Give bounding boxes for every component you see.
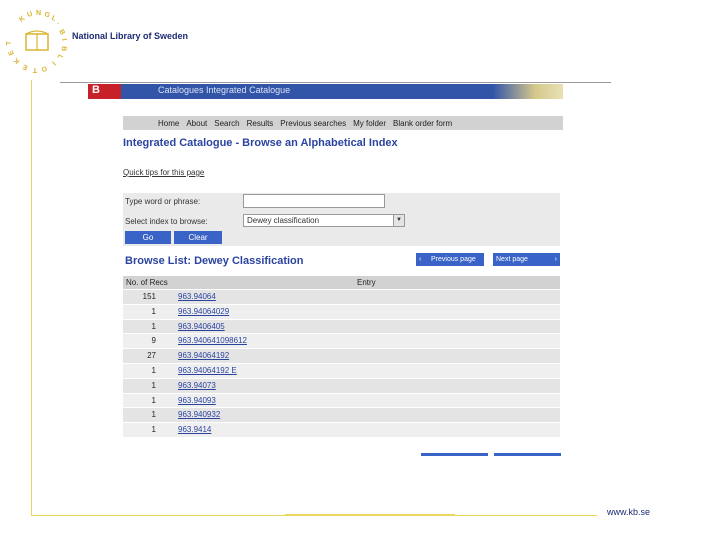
svg-text:T: T xyxy=(32,66,37,73)
svg-text:O: O xyxy=(40,64,48,73)
nav-my-folder[interactable]: My folder xyxy=(352,119,387,128)
recs-count: 1 xyxy=(151,365,156,375)
entry-link[interactable]: 963.94064029 xyxy=(178,307,229,316)
chevron-right-icon: › xyxy=(554,256,557,263)
slide-top-rule xyxy=(60,82,611,83)
svg-text:U: U xyxy=(26,11,33,19)
svg-text:E: E xyxy=(7,49,15,56)
entry-link[interactable]: 963.940641098612 xyxy=(178,336,247,345)
entry-link[interactable]: 963.9406405 xyxy=(178,322,225,331)
nav-blank-order-form[interactable]: Blank order form xyxy=(392,119,453,128)
table-body: 151 963.94064 1 963.94064029 1 963.9406405 … xyxy=(123,289,560,437)
svg-text:K: K xyxy=(13,56,22,65)
svg-text:K: K xyxy=(18,15,26,24)
footer-url: www.kb.se xyxy=(607,507,651,517)
recs-count: 1 xyxy=(151,410,156,420)
index-label: Select index to browse: xyxy=(125,217,208,226)
org-name: National Library of Sweden xyxy=(72,31,189,41)
results-table: No. of Recs Entry 151 963.94064 1 963.9406… xyxy=(123,276,560,437)
entry-link[interactable]: 963.94093 xyxy=(178,396,216,405)
page-title: Integrated Catalogue - Browse an Alphabe… xyxy=(123,137,398,149)
entry-link[interactable]: 963.94064192 E xyxy=(178,366,237,375)
svg-text:E: E xyxy=(22,62,29,70)
next-page-label: Next page xyxy=(496,256,528,263)
previous-page-button[interactable]: ‹ Previous page xyxy=(416,253,484,266)
index-select-value: Dewey classification xyxy=(247,216,320,225)
recs-count: 1 xyxy=(151,425,156,435)
entry-link[interactable]: 963.94064 xyxy=(178,292,216,301)
recs-count: 9 xyxy=(151,336,156,346)
table-row: 1 963.94064192 E xyxy=(123,362,560,378)
table-row: 1 963.940932 xyxy=(123,407,560,423)
table-row: 1 963.9406405 xyxy=(123,318,560,334)
entry-link[interactable]: 963.940932 xyxy=(178,410,220,419)
table-row: 9 963.940641098612 xyxy=(123,333,560,349)
browse-list-title: Browse List: Dewey Classification xyxy=(125,255,304,267)
header-entry: Entry xyxy=(357,278,376,287)
nav-search[interactable]: Search xyxy=(213,119,240,128)
quick-tips-link[interactable]: Quick tips for this page xyxy=(123,168,204,177)
table-row: 151 963.94064 xyxy=(123,289,560,304)
phrase-label: Type word or phrase: xyxy=(125,197,201,206)
nav-results[interactable]: Results xyxy=(246,119,275,128)
table-row: 1 963.94073 xyxy=(123,377,560,393)
bottom-previous-page-bar[interactable] xyxy=(421,453,488,456)
svg-text:B: B xyxy=(57,29,66,37)
svg-text:.: . xyxy=(57,19,59,26)
bottom-next-page-bar[interactable] xyxy=(494,453,561,456)
go-button[interactable]: Go xyxy=(125,231,171,244)
recs-count: 1 xyxy=(151,380,156,390)
recs-count: 1 xyxy=(151,321,156,331)
banner-decoration xyxy=(493,84,563,99)
nav-about[interactable]: About xyxy=(185,119,208,128)
nav-previous-searches[interactable]: Previous searches xyxy=(279,119,347,128)
table-row: 1 963.9414 xyxy=(123,422,560,437)
banner-letter: B xyxy=(92,84,100,96)
chevron-down-icon[interactable]: ▼ xyxy=(393,215,404,226)
header-no-of-recs: No. of Recs xyxy=(126,278,168,287)
slide-frame-bottom xyxy=(31,515,597,516)
index-row: Select index to browse: Dewey classifica… xyxy=(123,213,560,231)
table-row: 27 963.94064192 xyxy=(123,348,560,363)
entry-link[interactable]: 963.94064192 xyxy=(178,351,229,360)
next-page-button[interactable]: Next page › xyxy=(493,253,560,266)
table-row: 1 963.94064029 xyxy=(123,303,560,319)
svg-text:I: I xyxy=(50,60,56,66)
entry-link[interactable]: 963.9414 xyxy=(178,425,211,434)
recs-count: 27 xyxy=(147,351,156,361)
previous-page-label: Previous page xyxy=(431,256,476,263)
table-header: No. of Recs Entry xyxy=(123,276,560,289)
table-row: 1 963.94093 xyxy=(123,392,560,408)
recs-count: 1 xyxy=(151,306,156,316)
svg-text:L: L xyxy=(55,53,63,60)
browse-form: Type word or phrase: Select index to bro… xyxy=(123,193,560,246)
main-nav: Home About Search Results Previous searc… xyxy=(123,116,563,130)
svg-text:N: N xyxy=(36,10,41,17)
recs-count: 1 xyxy=(151,395,156,405)
slide-frame-left xyxy=(31,80,32,516)
svg-text:T: T xyxy=(6,40,13,46)
slide-frame-bottom-accent xyxy=(285,514,455,515)
banner-brand-block: B xyxy=(88,84,121,99)
nav-home[interactable]: Home xyxy=(157,119,180,128)
banner-title: Catalogues Integrated Catalogue xyxy=(158,85,291,95)
recs-count: 151 xyxy=(142,292,156,301)
svg-text:B: B xyxy=(60,46,67,52)
index-select[interactable]: Dewey classification ▼ xyxy=(243,214,405,227)
clear-button[interactable]: Clear xyxy=(174,231,222,244)
phrase-input[interactable] xyxy=(243,194,385,208)
svg-text:I: I xyxy=(60,38,67,41)
catalogue-banner: B Catalogues Integrated Catalogue xyxy=(88,84,563,99)
svg-text:G: G xyxy=(43,11,51,19)
chevron-left-icon: ‹ xyxy=(419,256,422,263)
entry-link[interactable]: 963.94073 xyxy=(178,381,216,390)
library-crest-logo: K U N G L . B I B L I O T E K E T xyxy=(6,10,67,73)
phrase-row: Type word or phrase: xyxy=(123,193,560,211)
